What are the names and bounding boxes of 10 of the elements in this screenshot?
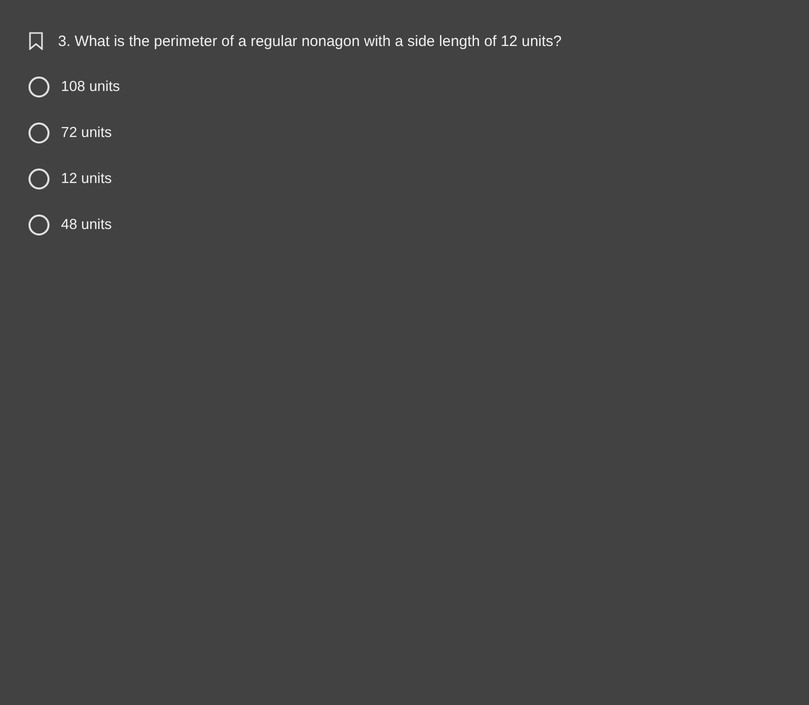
option-label: 72 units — [61, 125, 112, 141]
radio-button[interactable] — [28, 168, 50, 190]
radio-button[interactable] — [28, 76, 50, 98]
option-label: 12 units — [61, 171, 112, 187]
question-text: 3. What is the perimeter of a regular nonagon with a side length of 12 units? — [58, 32, 562, 50]
option-label: 108 units — [61, 79, 120, 95]
radio-button[interactable] — [28, 122, 50, 144]
bookmark-icon[interactable] — [29, 32, 43, 50]
option-label: 48 units — [61, 217, 112, 233]
radio-button[interactable] — [28, 214, 50, 236]
